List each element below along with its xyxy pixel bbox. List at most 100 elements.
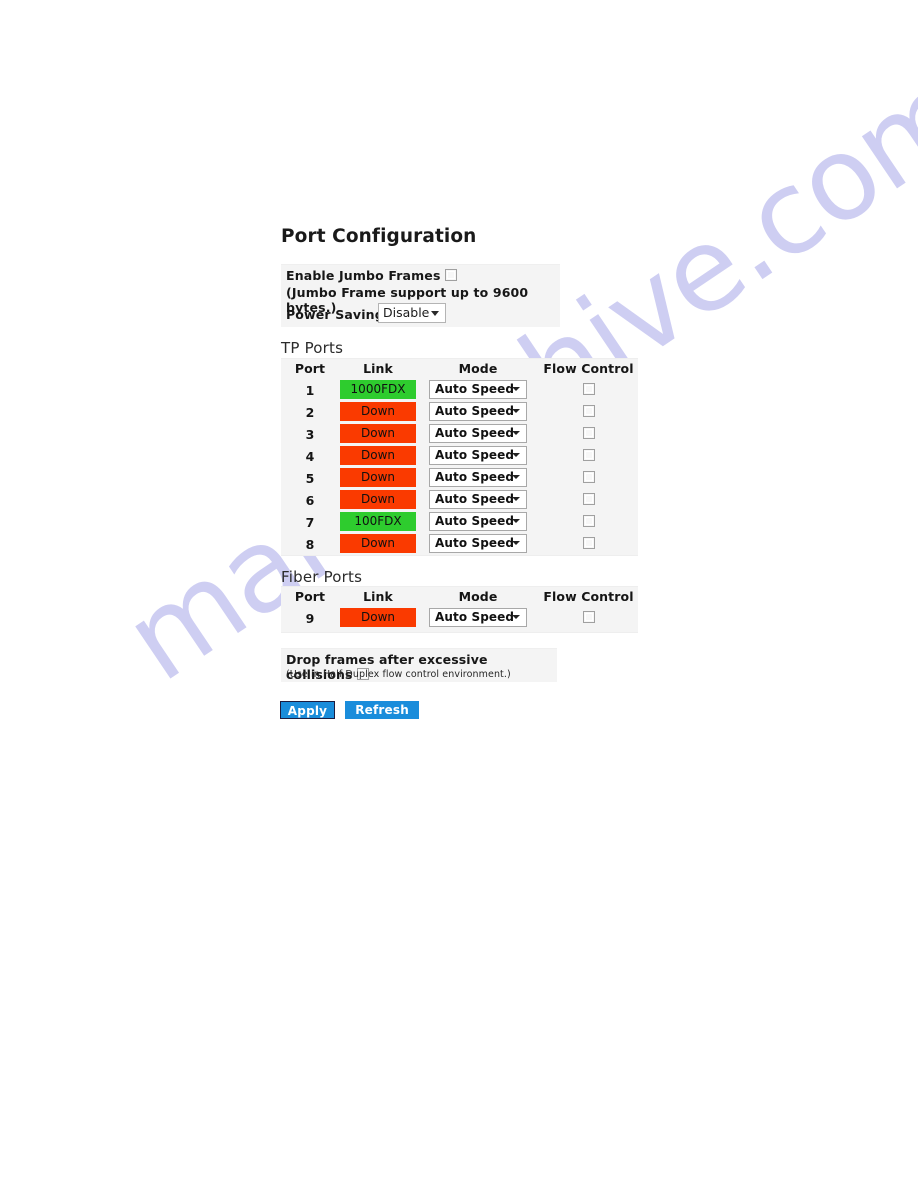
mode-select[interactable]: Auto Speed xyxy=(429,607,527,627)
link-status-badge: Down xyxy=(340,489,416,509)
port-cell: 4 xyxy=(281,446,339,465)
port-cell: 2 xyxy=(281,402,339,421)
mode-select-value: Auto Speed xyxy=(435,535,515,550)
column-header-flow-control: Flow Control xyxy=(543,589,634,604)
flow-control-checkbox[interactable] xyxy=(582,449,595,461)
table-row: 9 Down Auto Speed xyxy=(281,606,638,628)
column-header-link: Link xyxy=(363,361,393,376)
mode-select-value: Auto Speed xyxy=(435,513,515,528)
link-status-badge: 100FDX xyxy=(340,511,416,531)
flow-control-cell xyxy=(539,537,638,549)
table-row: 1 1000FDX Auto Speed xyxy=(281,378,638,400)
mode-select[interactable]: Auto Speed xyxy=(429,379,527,399)
table-header-row: Port Link Mode Flow Control xyxy=(281,359,638,378)
link-cell: 1000FDX xyxy=(339,379,417,399)
enable-jumbo-frames-row: Enable Jumbo Frames xyxy=(286,268,458,283)
chevron-down-icon xyxy=(512,409,520,413)
mode-select[interactable]: Auto Speed xyxy=(429,445,527,465)
mode-select[interactable]: Auto Speed xyxy=(429,423,527,443)
link-status-badge: Down xyxy=(340,607,416,627)
tp-ports-table: Port Link Mode Flow Control 1 1000FDX Auto… xyxy=(281,358,638,556)
link-status-badge: Down xyxy=(340,445,416,465)
port-number: 2 xyxy=(305,404,315,420)
flow-control-cell xyxy=(539,611,638,623)
port-number: 7 xyxy=(305,514,315,530)
chevron-down-icon xyxy=(512,453,520,457)
link-status-badge: Down xyxy=(340,467,416,487)
port-cell: 8 xyxy=(281,534,339,553)
table-row: 4 Down Auto Speed xyxy=(281,444,638,466)
chevron-down-icon xyxy=(512,387,520,391)
flow-control-checkbox[interactable] xyxy=(582,405,595,417)
port-cell: 3 xyxy=(281,424,339,443)
enable-jumbo-frames-checkbox[interactable] xyxy=(445,269,458,281)
enable-jumbo-frames-label: Enable Jumbo Frames xyxy=(286,268,441,283)
table-header-row: Port Link Mode Flow Control xyxy=(281,587,638,606)
chevron-down-icon xyxy=(512,541,520,545)
link-cell: Down xyxy=(339,445,417,465)
column-header-port: Port xyxy=(294,361,326,376)
mode-cell: Auto Speed xyxy=(417,533,539,553)
mode-cell: Auto Speed xyxy=(417,401,539,421)
column-header-link: Link xyxy=(363,589,393,604)
power-saving-label: Power Saving xyxy=(286,307,384,322)
mode-cell: Auto Speed xyxy=(417,379,539,399)
flow-control-cell xyxy=(539,405,638,417)
table-row: 6 Down Auto Speed xyxy=(281,488,638,510)
table-row: 8 Down Auto Speed xyxy=(281,532,638,554)
mode-cell: Auto Speed xyxy=(417,423,539,443)
port-cell: 7 xyxy=(281,512,339,531)
flow-control-checkbox[interactable] xyxy=(582,427,595,439)
power-saving-select[interactable]: Disable xyxy=(378,303,446,323)
port-number: 9 xyxy=(305,610,315,626)
mode-select-value: Auto Speed xyxy=(435,425,515,440)
port-number: 1 xyxy=(305,382,315,398)
mode-cell: Auto Speed xyxy=(417,489,539,509)
link-cell: Down xyxy=(339,489,417,509)
mode-cell: Auto Speed xyxy=(417,607,539,627)
link-cell: 100FDX xyxy=(339,511,417,531)
drop-frames-panel: Drop frames after excessive collisions (… xyxy=(281,648,557,682)
link-cell: Down xyxy=(339,467,417,487)
flow-control-checkbox[interactable] xyxy=(582,493,595,505)
mode-select-value: Auto Speed xyxy=(435,447,515,462)
mode-select[interactable]: Auto Speed xyxy=(429,401,527,421)
port-cell: 9 xyxy=(281,608,339,627)
button-bar: Apply Refresh xyxy=(280,701,420,720)
tp-ports-heading: TP Ports xyxy=(281,339,344,357)
column-header-mode: Mode xyxy=(458,589,498,604)
flow-control-checkbox[interactable] xyxy=(582,471,595,483)
apply-button[interactable]: Apply xyxy=(280,701,335,719)
mode-select-value: Auto Speed xyxy=(435,609,515,624)
mode-select-value: Auto Speed xyxy=(435,469,515,484)
refresh-button[interactable]: Refresh xyxy=(345,701,420,719)
link-cell: Down xyxy=(339,607,417,627)
port-number: 6 xyxy=(305,492,315,508)
tp-ports-rows: 1 1000FDX Auto Speed 2 Down Auto Speed 3 Down Au… xyxy=(281,378,638,554)
port-number: 5 xyxy=(305,470,315,486)
mode-select[interactable]: Auto Speed xyxy=(429,533,527,553)
column-header-mode: Mode xyxy=(458,361,498,376)
mode-select[interactable]: Auto Speed xyxy=(429,467,527,487)
flow-control-checkbox[interactable] xyxy=(582,611,595,623)
mode-select-value: Auto Speed xyxy=(435,403,515,418)
link-status-badge: Down xyxy=(340,423,416,443)
flow-control-cell xyxy=(539,449,638,461)
port-number: 3 xyxy=(305,426,315,442)
mode-select[interactable]: Auto Speed xyxy=(429,489,527,509)
fiber-ports-table: Port Link Mode Flow Control 9 Down Auto Sp… xyxy=(281,586,638,633)
mode-cell: Auto Speed xyxy=(417,511,539,531)
chevron-down-icon xyxy=(431,311,439,316)
mode-cell: Auto Speed xyxy=(417,467,539,487)
drop-frames-note: (Use in Half Duplex flow control environ… xyxy=(286,669,511,680)
port-number: 4 xyxy=(305,448,315,464)
link-status-badge: Down xyxy=(340,401,416,421)
port-cell: 1 xyxy=(281,380,339,399)
port-cell: 6 xyxy=(281,490,339,509)
mode-select[interactable]: Auto Speed xyxy=(429,511,527,531)
flow-control-checkbox[interactable] xyxy=(582,537,595,549)
chevron-down-icon xyxy=(512,497,520,501)
link-status-badge: 1000FDX xyxy=(340,379,416,399)
flow-control-checkbox[interactable] xyxy=(582,383,595,395)
flow-control-checkbox[interactable] xyxy=(582,515,595,527)
